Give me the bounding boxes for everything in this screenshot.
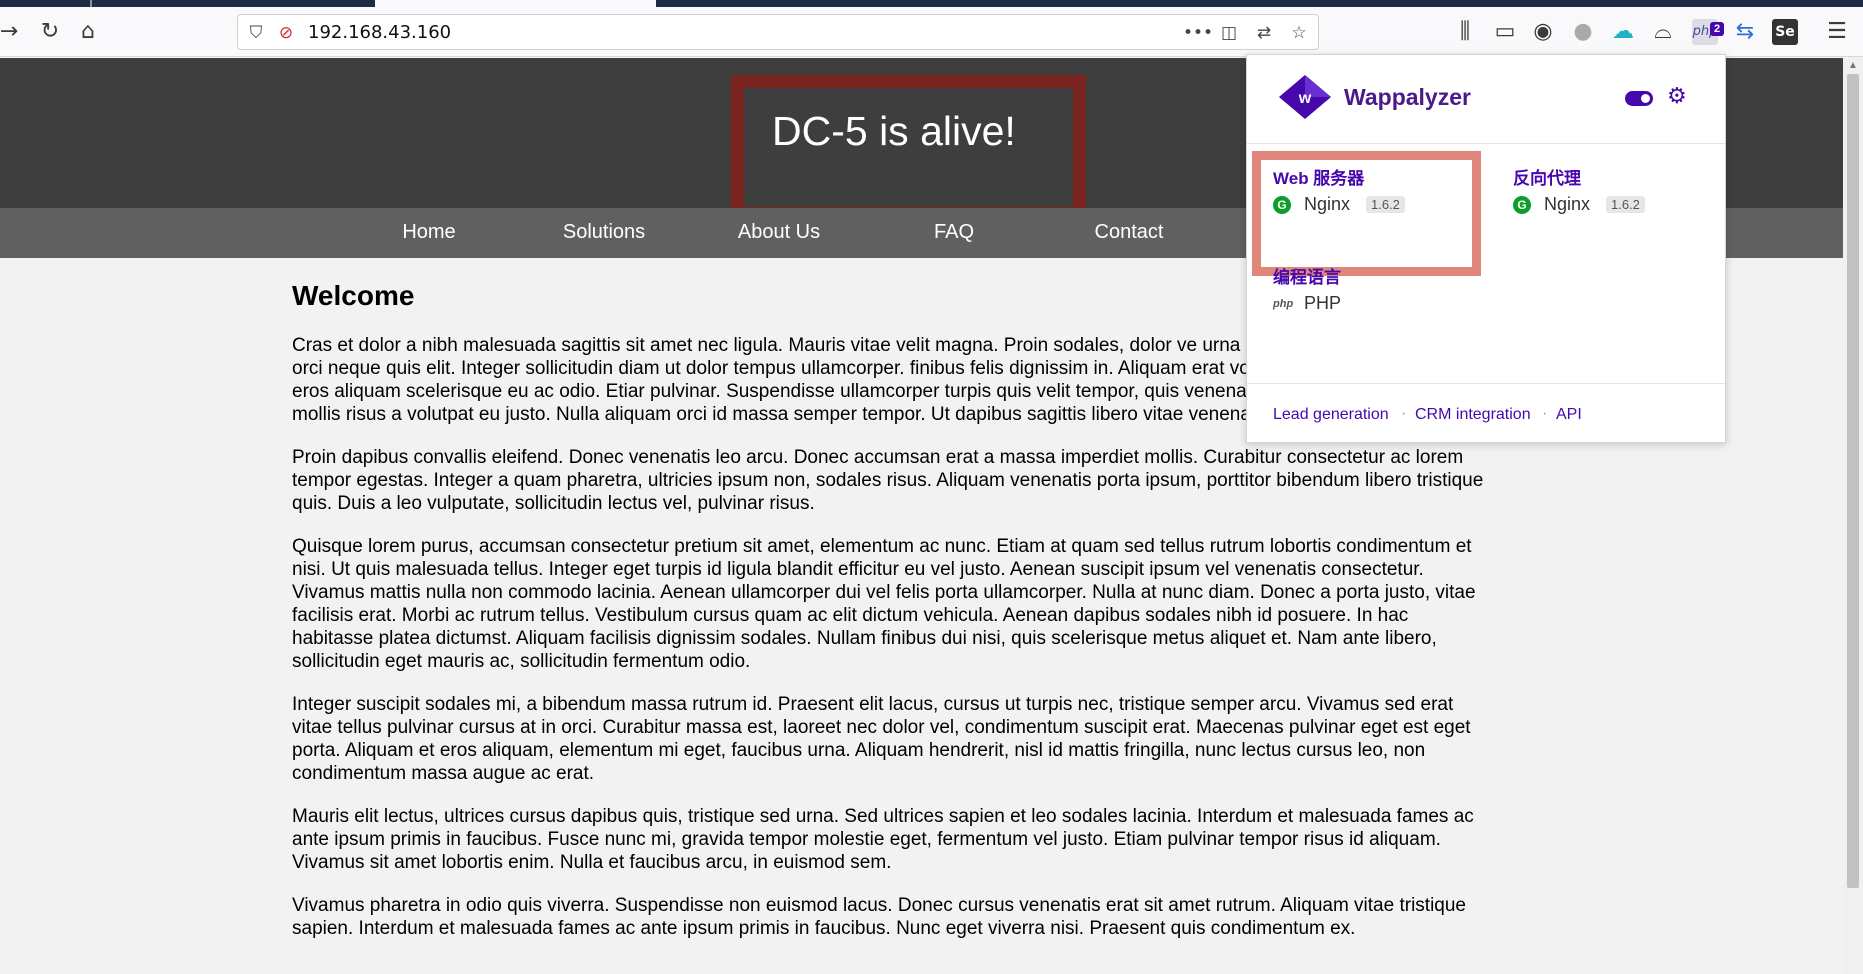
- extension-badge: 2: [1710, 22, 1724, 36]
- library-icon[interactable]: ⫼: [1452, 19, 1478, 45]
- active-tab[interactable]: [375, 0, 656, 7]
- reload-icon[interactable]: ↻: [37, 19, 63, 45]
- tech-nginx[interactable]: Nginx: [1544, 194, 1590, 215]
- translate-extension-icon[interactable]: ⇆: [1732, 19, 1758, 45]
- back-icon[interactable]: →: [0, 19, 22, 45]
- paragraph: Vivamus pharetra in odio quis viverra. S…: [292, 895, 1467, 939]
- tab-strip: [0, 0, 1863, 7]
- bookmark-star-icon[interactable]: ☆: [1288, 22, 1310, 44]
- api-link[interactable]: API: [1556, 406, 1582, 424]
- enable-toggle[interactable]: [1625, 91, 1653, 106]
- category-reverse-proxy[interactable]: 反向代理: [1513, 164, 1581, 189]
- url-bar[interactable]: ⛉ ⊘ 192.168.43.160 ••• ◫ ⇄ ☆: [237, 14, 1319, 50]
- separator-dot: ·: [1401, 405, 1407, 422]
- translate-icon[interactable]: ⇄: [1253, 22, 1275, 44]
- svg-text:w: w: [1298, 90, 1312, 107]
- wappalyzer-popup: w Wappalyzer ⚙ Web 服务器 G Nginx 1.6.2 反向代…: [1246, 54, 1726, 443]
- wappalyzer-brand: Wappalyzer: [1344, 84, 1471, 110]
- shield-icon[interactable]: ⛉: [245, 22, 267, 44]
- site-title: DC-5 is alive!: [772, 108, 1016, 154]
- url-text[interactable]: 192.168.43.160: [308, 22, 451, 43]
- more-actions-icon[interactable]: •••: [1183, 22, 1213, 44]
- nginx-icon: G: [1273, 196, 1291, 214]
- page-scrollbar[interactable]: ▲: [1843, 58, 1863, 974]
- nav-about-us[interactable]: About Us: [699, 221, 859, 244]
- scroll-thumb[interactable]: [1847, 74, 1859, 888]
- category-web-server[interactable]: Web 服务器: [1273, 164, 1364, 189]
- paragraph: Proin dapibus convallis eleifend. Donec …: [292, 447, 1484, 514]
- browser-toolbar: → ↻ ⌂ ⛉ ⊘ 192.168.43.160 ••• ◫ ⇄ ☆ ⫼ ▭ ◉…: [0, 7, 1863, 57]
- pocket-icon[interactable]: ◫: [1218, 22, 1240, 44]
- hamburger-menu-icon[interactable]: ☰: [1824, 19, 1850, 45]
- version-badge: 1.6.2: [1606, 196, 1645, 213]
- tech-php[interactable]: PHP: [1304, 293, 1341, 314]
- paragraph: Integer suscipit sodales mi, a bibendum …: [292, 694, 1471, 784]
- home-icon[interactable]: ⌂: [75, 19, 101, 45]
- php-icon: php: [1273, 298, 1294, 310]
- popup-header: w Wappalyzer ⚙: [1247, 55, 1725, 144]
- gear-icon[interactable]: ⚙: [1667, 84, 1687, 109]
- nav-contact[interactable]: Contact: [1049, 221, 1209, 244]
- cloud-icon[interactable]: ☁: [1610, 19, 1636, 45]
- nginx-icon: G: [1513, 196, 1531, 214]
- crm-integration-link[interactable]: CRM integration: [1415, 406, 1531, 424]
- selenium-icon[interactable]: Se: [1772, 19, 1798, 45]
- version-badge: 1.6.2: [1366, 196, 1405, 213]
- nav-solutions[interactable]: Solutions: [524, 221, 684, 244]
- paragraph: Mauris elit lectus, ultrices cursus dapi…: [292, 806, 1474, 873]
- insecure-lock-icon[interactable]: ⊘: [275, 22, 297, 44]
- nav-faq[interactable]: FAQ: [874, 221, 1034, 244]
- sidebar-icon[interactable]: ▭: [1492, 19, 1518, 45]
- tab-separator: [90, 0, 92, 7]
- extension-circle-icon[interactable]: ●: [1570, 19, 1596, 45]
- scroll-up-icon[interactable]: ▲: [1843, 58, 1863, 74]
- popup-footer: Lead generation · CRM integration · API: [1247, 383, 1725, 443]
- lead-generation-link[interactable]: Lead generation: [1273, 406, 1389, 424]
- hat-icon[interactable]: ⌓: [1650, 19, 1676, 45]
- account-icon[interactable]: ◉: [1530, 19, 1556, 45]
- nav-home[interactable]: Home: [349, 221, 509, 244]
- toggle-knob: [1641, 94, 1650, 103]
- paragraph: Quisque lorem purus, accumsan consectetu…: [292, 536, 1476, 672]
- category-programming-language[interactable]: 编程语言: [1273, 263, 1341, 288]
- wappalyzer-logo-icon: w: [1279, 75, 1331, 119]
- tech-nginx[interactable]: Nginx: [1304, 194, 1350, 215]
- separator-dot: ·: [1542, 405, 1548, 422]
